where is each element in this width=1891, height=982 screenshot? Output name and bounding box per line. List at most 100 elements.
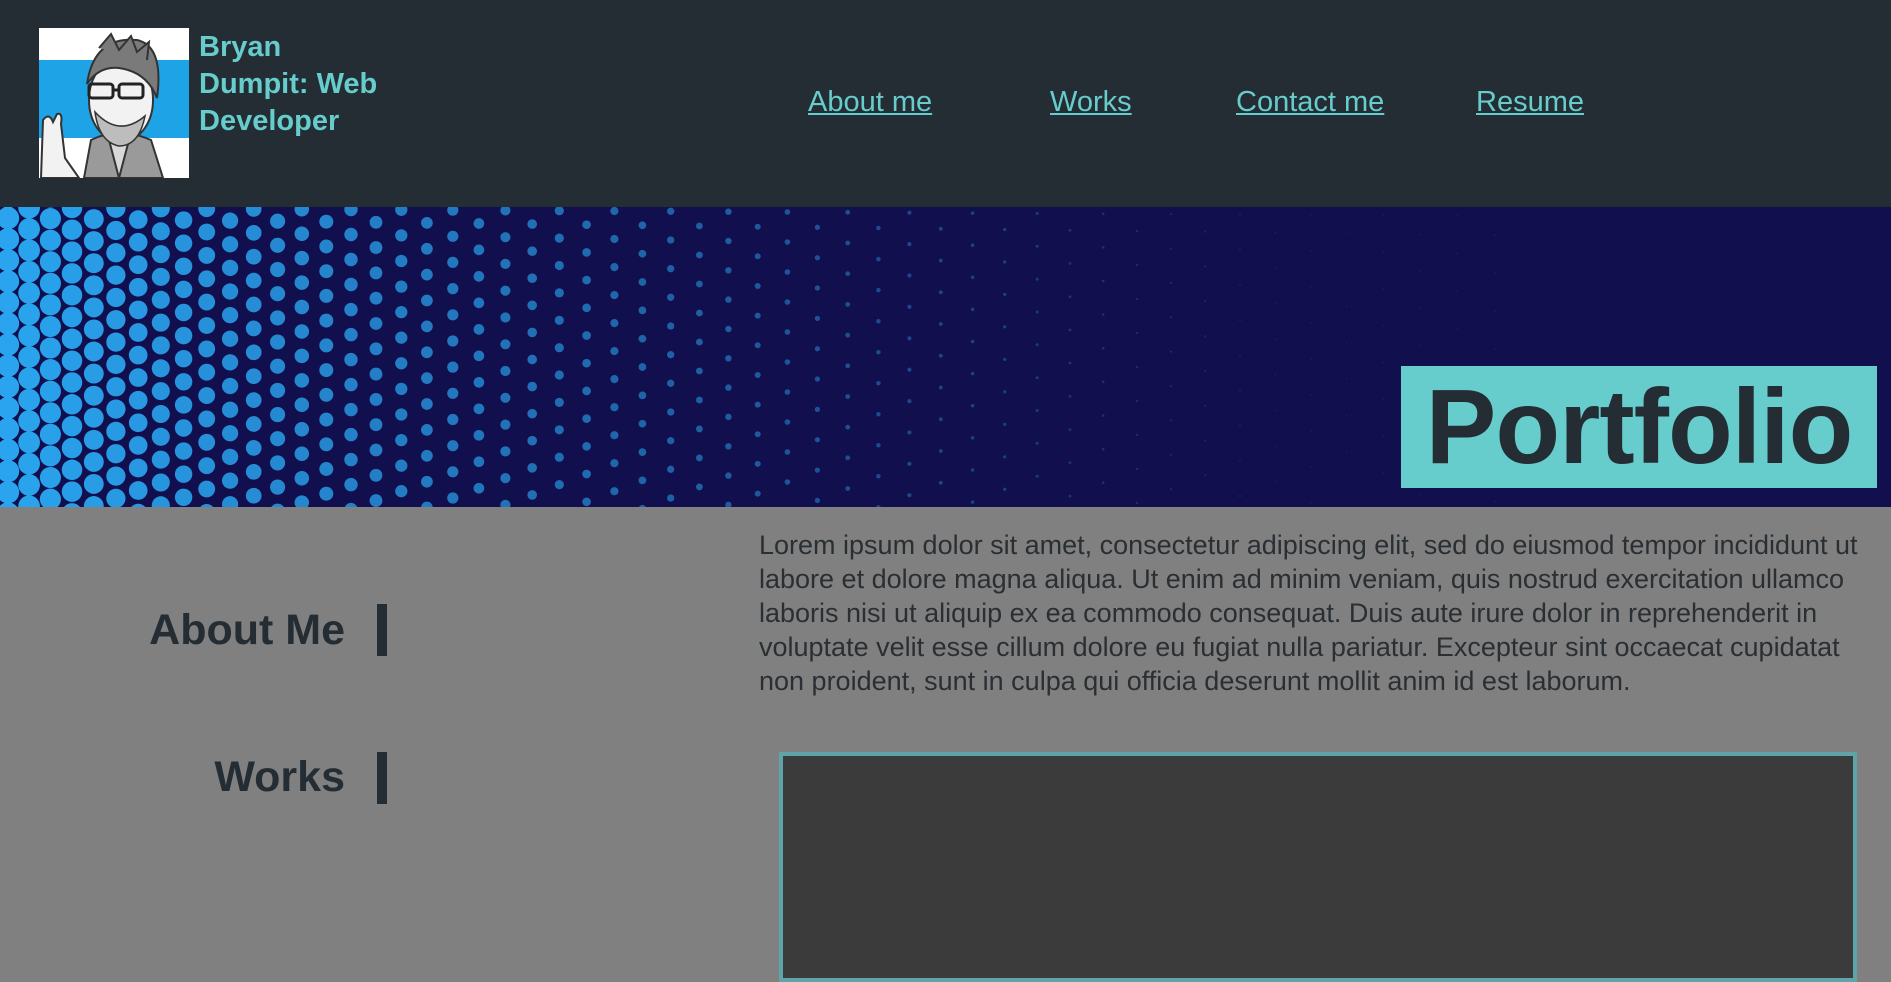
hero-dot: [814, 315, 821, 322]
hero-dot: [907, 242, 912, 247]
hero-dot: [0, 333, 20, 356]
hero-dot: [319, 338, 334, 353]
hero-dot: [395, 229, 408, 242]
hero-dot: [39, 315, 61, 338]
hero-dot: [1169, 419, 1172, 422]
hero-dot: [784, 329, 791, 335]
hero-dot: [1419, 307, 1421, 310]
hero-dot: [907, 304, 912, 309]
hero-dot: [1456, 214, 1459, 217]
hero-dot: [876, 380, 881, 386]
hero-dot: [582, 469, 591, 479]
hero-dot: [1493, 348, 1496, 351]
hero-dot: [1345, 341, 1348, 344]
developer-avatar-icon: [39, 28, 189, 178]
hero-dot: [638, 363, 647, 371]
hero-dot: [221, 236, 239, 253]
hero-banner: Portfolio: [0, 207, 1891, 507]
hero-dot: [421, 398, 433, 410]
hero-dot: [1169, 350, 1172, 353]
hero-dot: [270, 455, 286, 471]
hero-dot: [610, 290, 619, 300]
hero-dot: [754, 282, 761, 290]
hero-dot: [294, 348, 310, 364]
hero-dot: [667, 322, 675, 330]
hero-dot: [18, 303, 40, 326]
hero-dot: [876, 256, 881, 262]
hero-dot: [270, 286, 286, 302]
nav-link-contact-me[interactable]: Contact me: [1236, 83, 1384, 121]
hero-dot: [294, 250, 310, 266]
hero-dot: [447, 466, 459, 478]
hero-dot: [294, 446, 310, 461]
hero-dot: [695, 280, 703, 288]
hero-dot: [106, 220, 126, 241]
hero-dot: [344, 277, 358, 292]
hero-dot: [174, 257, 193, 276]
hero-dot: [106, 377, 126, 397]
hero-dot: [221, 401, 239, 418]
hero-dot: [1309, 322, 1312, 324]
hero-dot: [473, 403, 485, 415]
hero-dot: [970, 275, 975, 280]
hero-dot: [0, 270, 20, 293]
hero-dot: [1101, 481, 1105, 484]
hero-dot: [245, 296, 262, 313]
hero-dot: [221, 448, 239, 466]
hero-dot: [1345, 378, 1348, 380]
hero-dot: [1101, 380, 1105, 384]
hero-dot: [106, 310, 126, 330]
hero-dot: [0, 438, 20, 462]
hero-dot: [344, 327, 358, 342]
hero-dot: [1274, 445, 1277, 447]
hero-dot: [421, 372, 433, 384]
hero-dot: [319, 462, 334, 476]
hero-dot: [221, 354, 239, 371]
hero-dot: [198, 480, 216, 498]
hero-dot: [610, 403, 619, 412]
hero-dot: [1309, 501, 1312, 504]
hero-dot: [1035, 474, 1039, 478]
sidebar-item-about-me[interactable]: About Me: [149, 605, 345, 655]
hero-dot: [845, 271, 851, 277]
hero-dot: [784, 299, 791, 305]
hero-dot: [221, 283, 239, 300]
hero-dot: [1382, 325, 1384, 327]
hero-dot: [369, 418, 383, 432]
hero-dot: [473, 350, 485, 362]
hero-dot: [1135, 433, 1139, 437]
sidebar-item-works[interactable]: Works: [214, 752, 345, 802]
site-header: Bryan Dumpit: Web Developer About me Wor…: [0, 0, 1891, 207]
hero-dot: [500, 339, 511, 350]
hero-dot: [83, 319, 104, 340]
hero-dot: [83, 429, 104, 450]
nav-link-works[interactable]: Works: [1050, 83, 1132, 121]
hero-dot: [907, 399, 912, 404]
hero-dot: [527, 408, 538, 419]
nav-link-about-me[interactable]: About me: [808, 83, 932, 121]
hero-dot: [369, 291, 383, 305]
nav-link-resume[interactable]: Resume: [1476, 83, 1584, 121]
hero-dot: [245, 224, 262, 241]
hero-dot: [500, 473, 511, 484]
hero-dot: [39, 423, 61, 445]
hero-dot: [1345, 414, 1348, 417]
hero-dot: [814, 406, 821, 413]
hero-dot: [938, 385, 943, 390]
hero-dot: [83, 253, 104, 274]
hero-dot: [938, 353, 943, 358]
hero-dot: [151, 207, 170, 218]
hero-dot: [1309, 466, 1312, 468]
hero-dot: [1382, 398, 1384, 401]
hero-dot: [0, 375, 20, 398]
hero-dot: [369, 241, 383, 255]
hero-dot: [1274, 267, 1277, 269]
hero-dot: [1493, 272, 1496, 275]
hero-dot: [1135, 467, 1139, 471]
hero-dot: [128, 300, 148, 320]
hero-dot: [270, 334, 286, 350]
hero-dot: [18, 367, 40, 390]
hero-dot: [582, 275, 591, 285]
hero-dot: [61, 481, 83, 502]
hero-dot: [1169, 316, 1172, 319]
